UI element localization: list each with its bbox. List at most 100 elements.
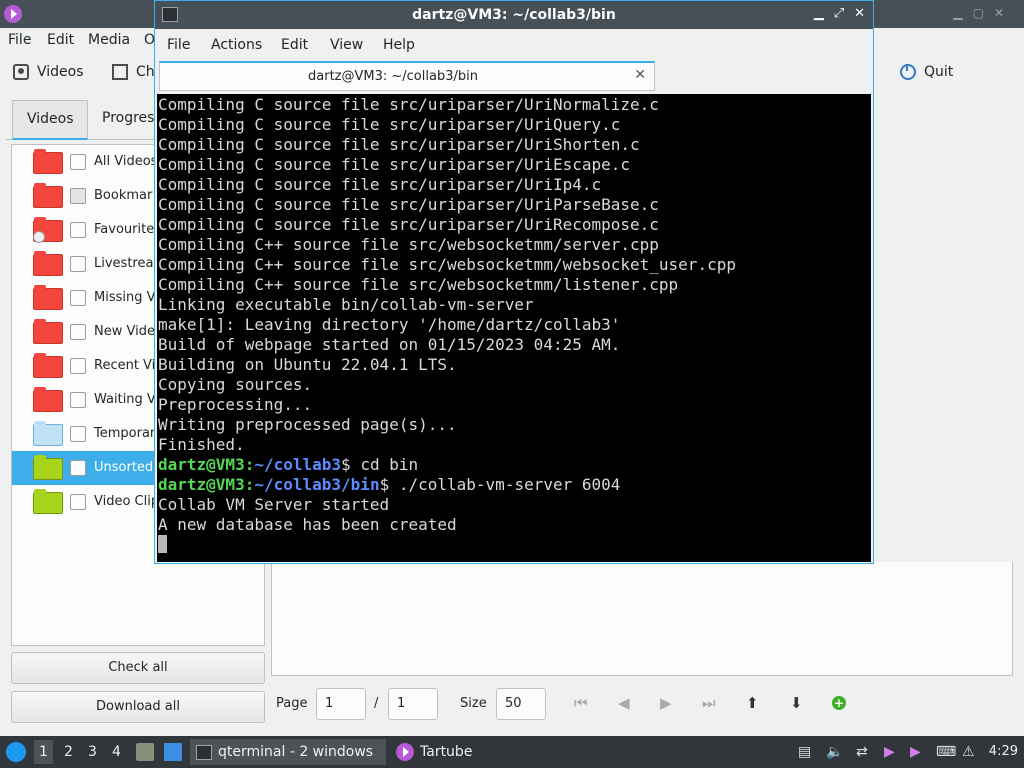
close-icon[interactable]: ✕ — [854, 6, 865, 21]
terminal-line: Preprocessing... — [158, 395, 313, 414]
terminal-menu-file[interactable]: File — [167, 37, 190, 53]
page-label: Page — [276, 696, 308, 711]
download-all-button[interactable]: Download all — [11, 691, 265, 723]
terminal-line: Compiling C source file src/uriparser/Ur… — [158, 155, 631, 174]
terminal-window: dartz@VM3: ~/collab3/bin ▁ ⤢ ✕ File Acti… — [154, 0, 874, 564]
tab-close-icon[interactable]: ✕ — [634, 67, 646, 83]
terminal-line: Compiling C source file src/uriparser/Ur… — [158, 115, 621, 134]
next-page-icon[interactable]: ▶ — [660, 694, 672, 712]
folder-label: Video Clip — [94, 494, 160, 509]
workspace-2[interactable]: 2 — [64, 744, 73, 760]
task-tartube[interactable]: Tartube — [390, 739, 510, 765]
channels-button[interactable]: Ch — [112, 64, 155, 80]
prompt-command: $ cd bin — [341, 455, 419, 474]
clipboard-icon[interactable]: ▤ — [798, 744, 811, 760]
page-input[interactable]: 1 — [316, 688, 366, 720]
minimize-icon[interactable]: ▁ — [814, 6, 824, 21]
terminal-line: Building on Ubuntu 22.04.1 LTS. — [158, 355, 457, 374]
videos-icon — [13, 64, 29, 80]
folder-label: Recent Vi — [94, 358, 156, 373]
folder-checkbox[interactable] — [70, 460, 86, 476]
volume-icon[interactable]: 🔈 — [826, 744, 843, 760]
tartube-window-buttons[interactable]: ▁▢✕ — [953, 6, 1014, 20]
terminal-output[interactable]: Compiling C source file src/uriparser/Ur… — [157, 94, 871, 562]
folder-icon — [33, 183, 63, 208]
terminal-line: Finished. — [158, 435, 245, 454]
folder-icon — [33, 455, 63, 480]
workspace-1[interactable]: 1 — [34, 740, 53, 764]
first-page-icon[interactable]: ⏮ — [574, 694, 588, 712]
terminal-prompt-line: dartz@VM3:~/collab3$ cd bin — [158, 455, 871, 475]
terminal-line: Compiling C++ source file src/websocketm… — [158, 235, 659, 254]
folder-checkbox[interactable] — [70, 222, 86, 238]
folder-checkbox[interactable] — [70, 358, 86, 374]
tartube-menu-file[interactable]: File — [8, 32, 31, 48]
tartube-app-icon — [4, 5, 22, 23]
workspace-3[interactable]: 3 — [88, 744, 97, 760]
terminal-cursor-line — [158, 535, 871, 555]
terminal-line: A new database has been created — [158, 515, 457, 534]
folder-checkbox[interactable] — [70, 494, 86, 510]
folder-icon — [33, 387, 63, 412]
terminal-titlebar[interactable]: dartz@VM3: ~/collab3/bin ▁ ⤢ ✕ — [155, 1, 873, 29]
terminal-line: make[1]: Leaving directory '/home/dartz/… — [158, 315, 621, 334]
videos-button[interactable]: Videos — [13, 64, 84, 80]
terminal-line: Compiling C++ source file src/websocketm… — [158, 255, 736, 274]
terminal-line: Compiling C source file src/uriparser/Ur… — [158, 175, 602, 194]
show-desktop-icon[interactable] — [164, 743, 182, 761]
folder-label: Unsorted — [94, 460, 154, 475]
terminal-menu-edit[interactable]: Edit — [281, 37, 308, 53]
terminal-menu-help[interactable]: Help — [383, 37, 415, 53]
folder-checkbox[interactable] — [70, 324, 86, 340]
workspace-4[interactable]: 4 — [112, 744, 121, 760]
folder-label: Waiting V — [94, 392, 156, 407]
terminal-line: Compiling C++ source file src/websocketm… — [158, 275, 679, 294]
tartube-tray-icon-2[interactable]: ▶ — [910, 744, 921, 760]
notification-icon[interactable]: ⚠ — [962, 744, 975, 760]
last-page-icon[interactable]: ⏭ — [702, 694, 716, 712]
task-qterminal[interactable]: qterminal - 2 windows — [190, 739, 386, 765]
terminal-tab[interactable]: dartz@VM3: ~/collab3/bin ✕ — [159, 61, 655, 91]
size-input[interactable]: 50 — [496, 688, 546, 720]
scroll-down-icon[interactable]: ⬇ — [790, 694, 803, 712]
folder-checkbox[interactable] — [70, 290, 86, 306]
terminal-line: Compiling C source file src/uriparser/Ur… — [158, 135, 640, 154]
folder-label: Missing V — [94, 290, 156, 305]
folder-checkbox[interactable] — [70, 426, 86, 442]
check-all-button[interactable]: Check all — [11, 652, 265, 684]
previous-page-icon[interactable]: ◀ — [618, 694, 630, 712]
keyboard-icon[interactable]: ⌨ — [936, 744, 956, 760]
prompt-colon: : — [244, 455, 255, 474]
folder-label: New Vide — [94, 324, 155, 339]
scroll-up-icon[interactable]: ⬆ — [746, 694, 759, 712]
terminal-menu-actions[interactable]: Actions — [211, 37, 262, 53]
prompt-command: $ ./collab-vm-server 6004 — [379, 475, 621, 494]
terminal-line: Build of webpage started on 01/15/2023 0… — [158, 335, 621, 354]
terminal-line: Collab VM Server started — [158, 495, 390, 514]
tartube-tray-icon[interactable]: ▶ — [884, 744, 895, 760]
terminal-line: Compiling C source file src/uriparser/Ur… — [158, 215, 659, 234]
terminal-line: Linking executable bin/collab-vm-server — [158, 295, 534, 314]
folder-checkbox[interactable] — [70, 256, 86, 272]
folder-label: Favourite — [94, 222, 155, 237]
folder-checkbox[interactable] — [70, 154, 86, 170]
folder-icon — [33, 285, 63, 310]
tab-videos[interactable]: Videos — [12, 100, 88, 140]
prompt-colon: : — [244, 475, 255, 494]
network-icon[interactable]: ⇄ — [856, 744, 868, 760]
tartube-menu-media[interactable]: Media — [88, 32, 130, 48]
folder-checkbox[interactable] — [70, 392, 86, 408]
prompt-user: dartz@VM3 — [158, 455, 245, 474]
terminal-menu-view[interactable]: View — [330, 37, 363, 53]
add-icon[interactable]: + — [832, 696, 846, 710]
folder-icon — [33, 353, 63, 378]
start-menu-icon[interactable] — [6, 742, 26, 762]
terminal-tab-label: dartz@VM3: ~/collab3/bin — [308, 69, 478, 84]
file-manager-icon[interactable] — [136, 743, 154, 761]
maximize-icon[interactable]: ⤢ — [834, 6, 844, 21]
terminal-line: Copying sources. — [158, 375, 313, 394]
folder-label: Bookmar — [94, 188, 153, 203]
quit-button[interactable]: Quit — [900, 64, 953, 80]
tartube-menu-edit[interactable]: Edit — [47, 32, 74, 48]
folder-checkbox[interactable] — [70, 188, 86, 204]
